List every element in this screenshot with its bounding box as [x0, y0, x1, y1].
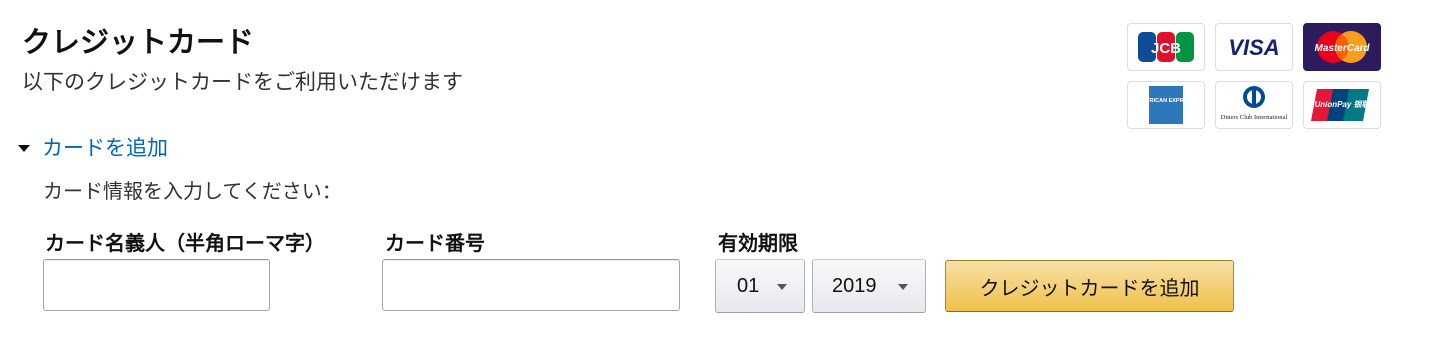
expiry-month-value: 01 — [737, 274, 760, 297]
card-number-input[interactable] — [382, 259, 680, 311]
unionpay-logo-text: UnionPay 银联 — [1314, 100, 1370, 109]
expiry-month-select[interactable]: 01 — [715, 259, 805, 313]
mastercard-logo-image: MasterCard — [1314, 31, 1370, 63]
amex-logo-text: AMERICAN EXPRESS — [1137, 98, 1194, 104]
expiry-year-value: 2019 — [832, 274, 877, 297]
add-credit-card-button[interactable]: クレジットカードを追加 — [945, 260, 1234, 312]
card-info-prompt: カード情報を入力してください： — [43, 179, 342, 203]
visa-logo-text: VISA — [1228, 35, 1279, 60]
unionpay-logo: UnionPay 银联 — [1303, 81, 1381, 129]
chevron-down-icon — [777, 284, 787, 290]
add-credit-card-button-label: クレジットカードを追加 — [979, 275, 1200, 300]
cardholder-label: カード名義人（半角ローマ字） — [45, 231, 325, 255]
visa-logo: VISA — [1215, 23, 1293, 71]
mastercard-logo-text: MasterCard — [1314, 43, 1370, 54]
unionpay-logo-image: UnionPay 银联 — [1311, 89, 1371, 121]
amex-logo: AMERICAN EXPRESS — [1127, 81, 1205, 129]
diners-club-logo: Diners Club International — [1215, 81, 1293, 129]
mastercard-logo: MasterCard — [1303, 23, 1381, 71]
chevron-down-icon — [898, 284, 908, 290]
page-title: クレジットカード — [22, 25, 255, 59]
jcb-logo-text: JCB — [1151, 40, 1181, 57]
amex-logo-image: AMERICAN EXPRESS — [1137, 86, 1195, 124]
page-subtitle: 以下のクレジットカードをご利用いただけます — [22, 70, 463, 94]
caret-down-icon — [18, 144, 30, 152]
expiry-year-select[interactable]: 2019 — [812, 259, 926, 313]
visa-logo-image: VISA — [1228, 35, 1279, 60]
diners-club-logo-image: Diners Club International — [1221, 86, 1288, 121]
add-card-expander[interactable]: カードを追加 — [18, 132, 168, 162]
expiry-label: 有効期限 — [718, 231, 798, 255]
jcb-logo-image: JCB — [1138, 32, 1194, 62]
jcb-logo: JCB — [1127, 23, 1205, 71]
card-number-label: カード番号 — [385, 231, 485, 255]
diners-club-logo-text: Diners Club International — [1221, 114, 1288, 121]
cardholder-name-input[interactable] — [43, 259, 270, 311]
add-card-link[interactable]: カードを追加 — [42, 132, 168, 162]
